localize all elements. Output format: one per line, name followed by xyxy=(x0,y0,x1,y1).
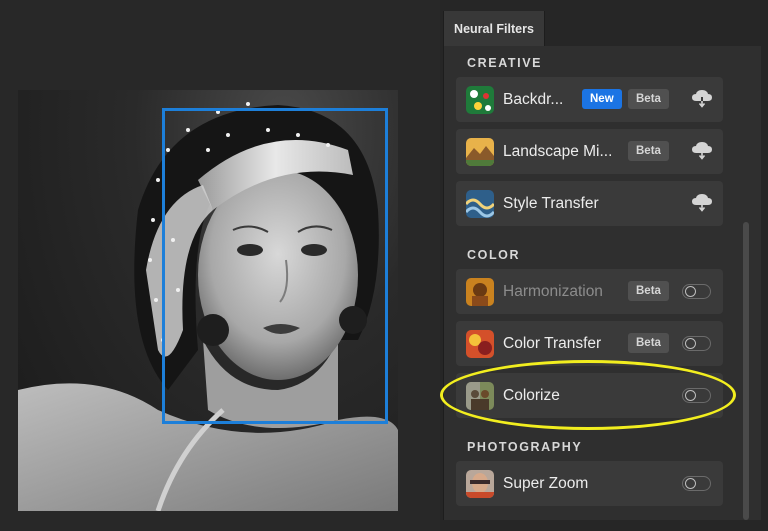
beta-badge: Beta xyxy=(628,333,669,353)
filter-harmonization[interactable]: Harmonization Beta xyxy=(456,269,723,314)
face-selection-frame[interactable] xyxy=(162,108,388,424)
beta-badge: Beta xyxy=(628,141,669,161)
filter-name: Harmonization xyxy=(503,282,603,300)
filter-name: Backdr... xyxy=(503,90,564,108)
style-transfer-thumbnail xyxy=(466,189,494,218)
section-title-creative: CREATIVE xyxy=(467,56,543,70)
filter-name: Color Transfer xyxy=(503,334,602,352)
neural-filters-panel: Neural Filters CREATIVE Backdr... New Be… xyxy=(443,11,761,520)
panel-header: Neural Filters xyxy=(444,11,761,46)
beta-badge: Beta xyxy=(628,281,669,301)
super-zoom-thumbnail xyxy=(466,469,494,498)
harmonization-thumbnail xyxy=(466,277,494,306)
filter-name: Style Transfer xyxy=(503,194,599,212)
cloud-download-icon[interactable] xyxy=(691,141,713,161)
filter-colorize[interactable]: Colorize xyxy=(456,373,723,418)
filter-landscape-mixer[interactable]: Landscape Mi... Beta xyxy=(456,129,723,174)
filter-color-transfer[interactable]: Color Transfer Beta xyxy=(456,321,723,366)
harmonization-toggle[interactable] xyxy=(682,284,711,299)
filter-name: Colorize xyxy=(503,386,560,404)
beta-badge: Beta xyxy=(628,89,669,109)
colorize-thumbnail xyxy=(466,381,494,410)
super-zoom-toggle[interactable] xyxy=(682,476,711,491)
new-badge: New xyxy=(582,89,622,109)
panel-body: CREATIVE Backdr... New Beta Landscape Mi… xyxy=(444,46,761,520)
filter-name: Landscape Mi... xyxy=(503,142,613,160)
cloud-download-icon[interactable] xyxy=(691,89,713,109)
color-transfer-toggle[interactable] xyxy=(682,336,711,351)
tab-neural-filters[interactable]: Neural Filters xyxy=(444,11,545,46)
filter-super-zoom[interactable]: Super Zoom xyxy=(456,461,723,506)
landscape-thumbnail xyxy=(466,137,494,166)
color-transfer-thumbnail xyxy=(466,329,494,358)
section-title-color: COLOR xyxy=(467,248,521,262)
backdrop-thumbnail xyxy=(466,85,494,114)
canvas-area xyxy=(0,0,440,531)
filter-backdrop[interactable]: Backdr... New Beta xyxy=(456,77,723,122)
filter-name: Super Zoom xyxy=(503,474,589,492)
colorize-toggle[interactable] xyxy=(682,388,711,403)
section-title-photography: PHOTOGRAPHY xyxy=(467,440,583,454)
cloud-download-icon[interactable] xyxy=(691,193,713,213)
panel-scrollbar[interactable] xyxy=(743,222,749,520)
filter-style-transfer[interactable]: Style Transfer xyxy=(456,181,723,226)
